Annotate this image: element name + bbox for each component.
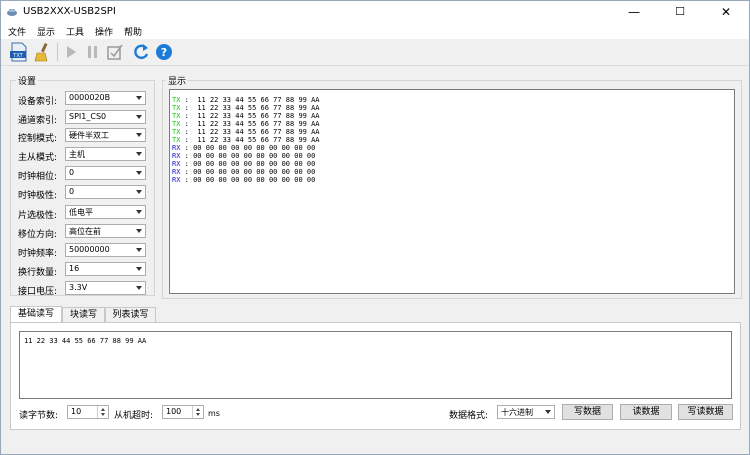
channel-index-select[interactable]: SPI1_CS0 [65,110,146,124]
window-title: USB2XXX-USB2SPI [23,6,116,17]
chevron-down-icon [136,229,142,233]
clock-frequency-select[interactable]: 50000000 [65,243,146,257]
settings-group-title: 设置 [16,74,39,87]
edit-checkbox-icon[interactable] [105,42,125,62]
log-line: TX : 11 22 33 44 55 66 77 88 99 AA [172,120,320,128]
clock-phase-select[interactable]: 0 [65,166,146,180]
title-bar: USB2XXX-USB2SPI — ☐ ✕ [1,1,749,23]
master-slave-label: 主从模式: [18,153,58,163]
log-line: RX : 00 00 00 00 00 00 00 00 00 00 [172,176,316,184]
clock-frequency-label: 时钟频率: [18,249,58,259]
menu-file[interactable]: 文件 [8,25,26,38]
app-icon [7,9,17,16]
toolbar-separator [57,43,58,61]
refresh-icon[interactable] [131,42,151,62]
chevron-down-icon [136,171,142,175]
log-line: TX : 11 22 33 44 55 66 77 88 99 AA [172,128,320,136]
log-line: TX : 11 22 33 44 55 66 77 88 99 AA [172,136,320,144]
pause-icon[interactable] [83,42,103,62]
menu-bar: 文件 显示 工具 操作 帮助 [1,23,749,39]
data-format-select[interactable]: 十六进制 [497,405,555,419]
slave-timeout-label: 从机超时: [114,411,154,421]
chevron-down-icon [136,115,142,119]
control-mode-label: 控制模式: [18,134,58,144]
channel-index-label: 通道索引: [18,116,58,126]
log-line: RX : 00 00 00 00 00 00 00 00 00 00 [172,144,316,152]
chevron-down-icon [136,248,142,252]
menu-view[interactable]: 显示 [37,25,55,38]
write-data-textarea[interactable]: 11 22 33 44 55 66 77 88 99 AA [19,331,732,399]
menu-operate[interactable]: 操作 [95,25,113,38]
basic-rw-pane: 11 22 33 44 55 66 77 88 99 AA 读字节数: 10 从… [10,322,741,430]
save-txt-icon[interactable]: TXT [9,42,29,62]
tab-block-rw[interactable]: 块读写 [62,307,105,322]
device-index-label: 设备索引: [18,97,58,107]
interface-voltage-label: 接口电压: [18,287,58,297]
read-data-button[interactable]: 读数据 [620,404,672,420]
log-line: TX : 11 22 33 44 55 66 77 88 99 AA [172,104,320,112]
chevron-down-icon [136,152,142,156]
timeout-unit: ms [208,409,220,418]
menu-tools[interactable]: 工具 [66,25,84,38]
line-break-count-label: 换行数量: [18,268,58,278]
shift-direction-select[interactable]: 高位在前 [65,224,146,238]
clock-polarity-select[interactable]: 0 [65,185,146,199]
save-txt-label: TXT [12,53,23,59]
write-data-text: 11 22 33 44 55 66 77 88 99 AA [24,337,147,345]
help-icon[interactable]: ? [154,42,174,62]
svg-text:?: ? [161,46,167,59]
slave-timeout-stepper[interactable]: 100 [162,405,204,419]
stepper-arrows-icon[interactable] [97,406,108,418]
maximize-button[interactable]: ☐ [657,1,703,23]
clock-phase-label: 时钟相位: [18,172,58,182]
stepper-arrows-icon[interactable] [192,406,203,418]
chevron-down-icon [136,210,142,214]
menu-help[interactable]: 帮助 [124,25,142,38]
display-group-title: 显示 [166,74,189,87]
data-format-label: 数据格式: [449,411,489,421]
control-mode-select[interactable]: 硬件半双工 [65,128,146,142]
log-line: TX : 11 22 33 44 55 66 77 88 99 AA [172,112,320,120]
chevron-down-icon [136,286,142,290]
write-read-data-button[interactable]: 写读数据 [678,404,733,420]
chevron-down-icon [136,190,142,194]
cs-polarity-select[interactable]: 低电平 [65,205,146,219]
cs-polarity-label: 片选极性: [18,211,58,221]
main-window: USB2XXX-USB2SPI — ☐ ✕ 文件 显示 工具 操作 帮助 TXT [0,0,750,455]
shift-direction-label: 移位方向: [18,230,58,240]
log-line: TX : 11 22 33 44 55 66 77 88 99 AA [172,96,320,104]
log-line: RX : 00 00 00 00 00 00 00 00 00 00 [172,160,316,168]
log-line: RX : 00 00 00 00 00 00 00 00 00 00 [172,168,316,176]
read-bytes-label: 读字节数: [19,411,59,421]
close-button[interactable]: ✕ [703,1,749,23]
play-icon[interactable] [61,42,81,62]
clock-polarity-label: 时钟极性: [18,191,58,201]
log-line: RX : 00 00 00 00 00 00 00 00 00 00 [172,152,316,160]
chevron-down-icon [136,133,142,137]
master-slave-select[interactable]: 主机 [65,147,146,161]
interface-voltage-select[interactable]: 3.3V [65,281,146,295]
write-data-button[interactable]: 写数据 [562,404,613,420]
chevron-down-icon [136,267,142,271]
line-break-count-select[interactable]: 16 [65,262,146,276]
chevron-down-icon [545,410,551,414]
read-bytes-stepper[interactable]: 10 [67,405,109,419]
clear-brush-icon[interactable] [33,42,53,62]
device-index-select[interactable]: 0000020B [65,91,146,105]
tab-basic-rw[interactable]: 基础读写 [10,306,62,323]
chevron-down-icon [136,96,142,100]
display-log[interactable]: TX : 11 22 33 44 55 66 77 88 99 AA TX : … [169,89,735,294]
minimize-button[interactable]: — [611,1,657,23]
toolbar: TXT ? [1,39,749,66]
tab-list-rw[interactable]: 列表读写 [105,307,156,322]
